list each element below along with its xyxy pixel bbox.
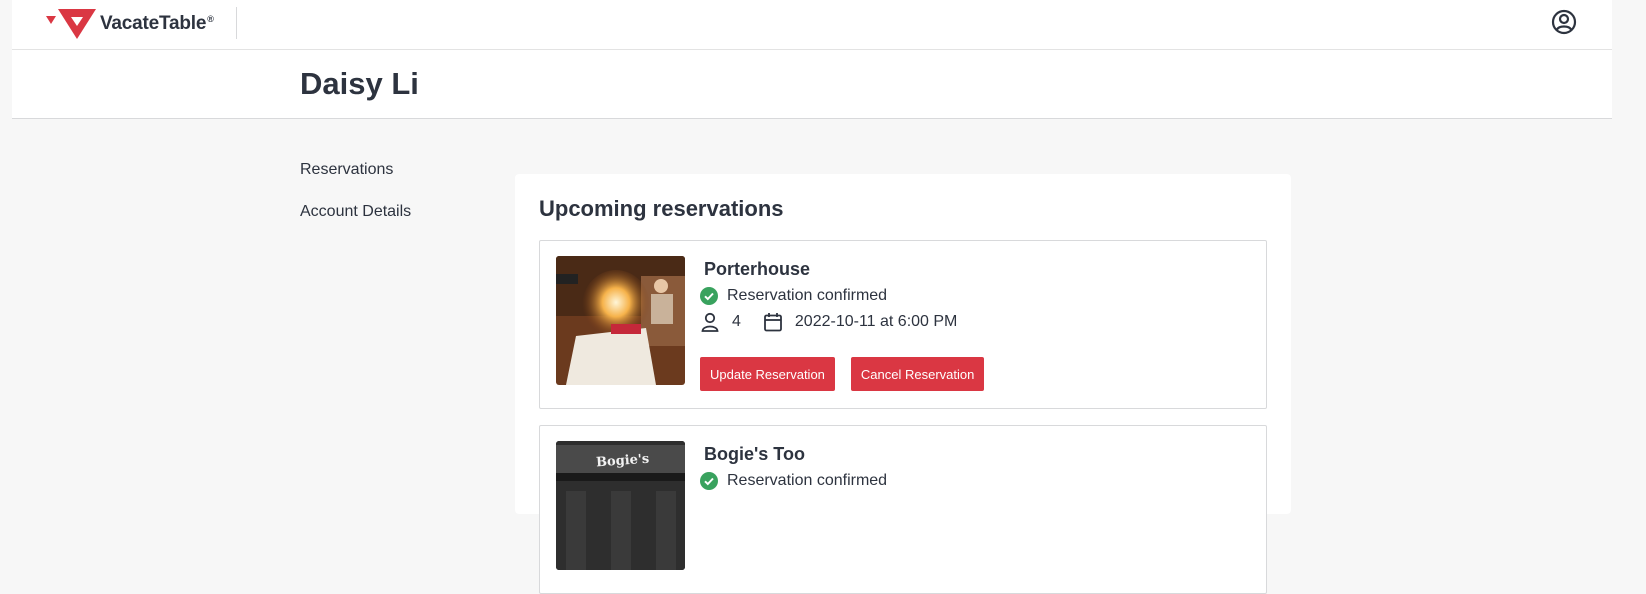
profile-header: Daisy Li [12, 50, 1612, 119]
restaurant-name-link[interactable]: Bogie's Too [704, 444, 805, 465]
calendar-icon [764, 313, 782, 332]
reservation-status: Reservation confirmed [700, 287, 887, 305]
reservation-status-text: Reservation confirmed [727, 472, 888, 489]
reservation-status: Reservation confirmed [700, 472, 887, 490]
reservation-datetime: 2022-10-11 at 6:00 PM [794, 313, 958, 330]
user-circle-icon [1551, 9, 1577, 35]
restaurant-photo[interactable]: Bogie's [556, 441, 685, 570]
brand-logo[interactable]: VacateTable® [46, 8, 214, 40]
nav-reservations-link[interactable]: Reservations [300, 160, 411, 180]
reservation-details: 4 2022-10-11 at 6:00 PM [700, 312, 957, 332]
reservation-actions: Update Reservation Cancel Reservation [700, 357, 1000, 391]
reservations-panel: Upcoming reservations Porterhouse Reserv… [515, 174, 1291, 594]
update-reservation-button[interactable]: Update Reservation [700, 357, 835, 391]
cancel-reservation-button[interactable]: Cancel Reservation [850, 357, 985, 391]
brand-mark-icon [46, 9, 96, 39]
reservation-card: Porterhouse Reservation confirmed 4 2022… [539, 240, 1267, 409]
check-circle-icon [700, 287, 718, 305]
party-size: 4 [732, 313, 741, 330]
restaurant-name-link[interactable]: Porterhouse [704, 259, 810, 280]
user-name-heading: Daisy Li [300, 66, 419, 101]
upcoming-reservations-heading: Upcoming reservations [539, 196, 784, 221]
restaurant-photo[interactable] [556, 256, 685, 385]
nav-account-details-link[interactable]: Account Details [300, 202, 411, 222]
check-circle-icon [700, 472, 718, 490]
top-navigation-bar: VacateTable® [12, 0, 1612, 50]
logo-divider [236, 7, 237, 39]
person-icon [701, 312, 719, 332]
account-side-nav: Reservations Account Details [300, 160, 411, 244]
user-profile-button[interactable] [1550, 8, 1578, 36]
brand-name: VacateTable® [100, 13, 214, 34]
reservation-status-text: Reservation confirmed [727, 287, 888, 304]
reservation-card: Bogie's Bogie's Too Reservation confirme… [539, 425, 1267, 594]
